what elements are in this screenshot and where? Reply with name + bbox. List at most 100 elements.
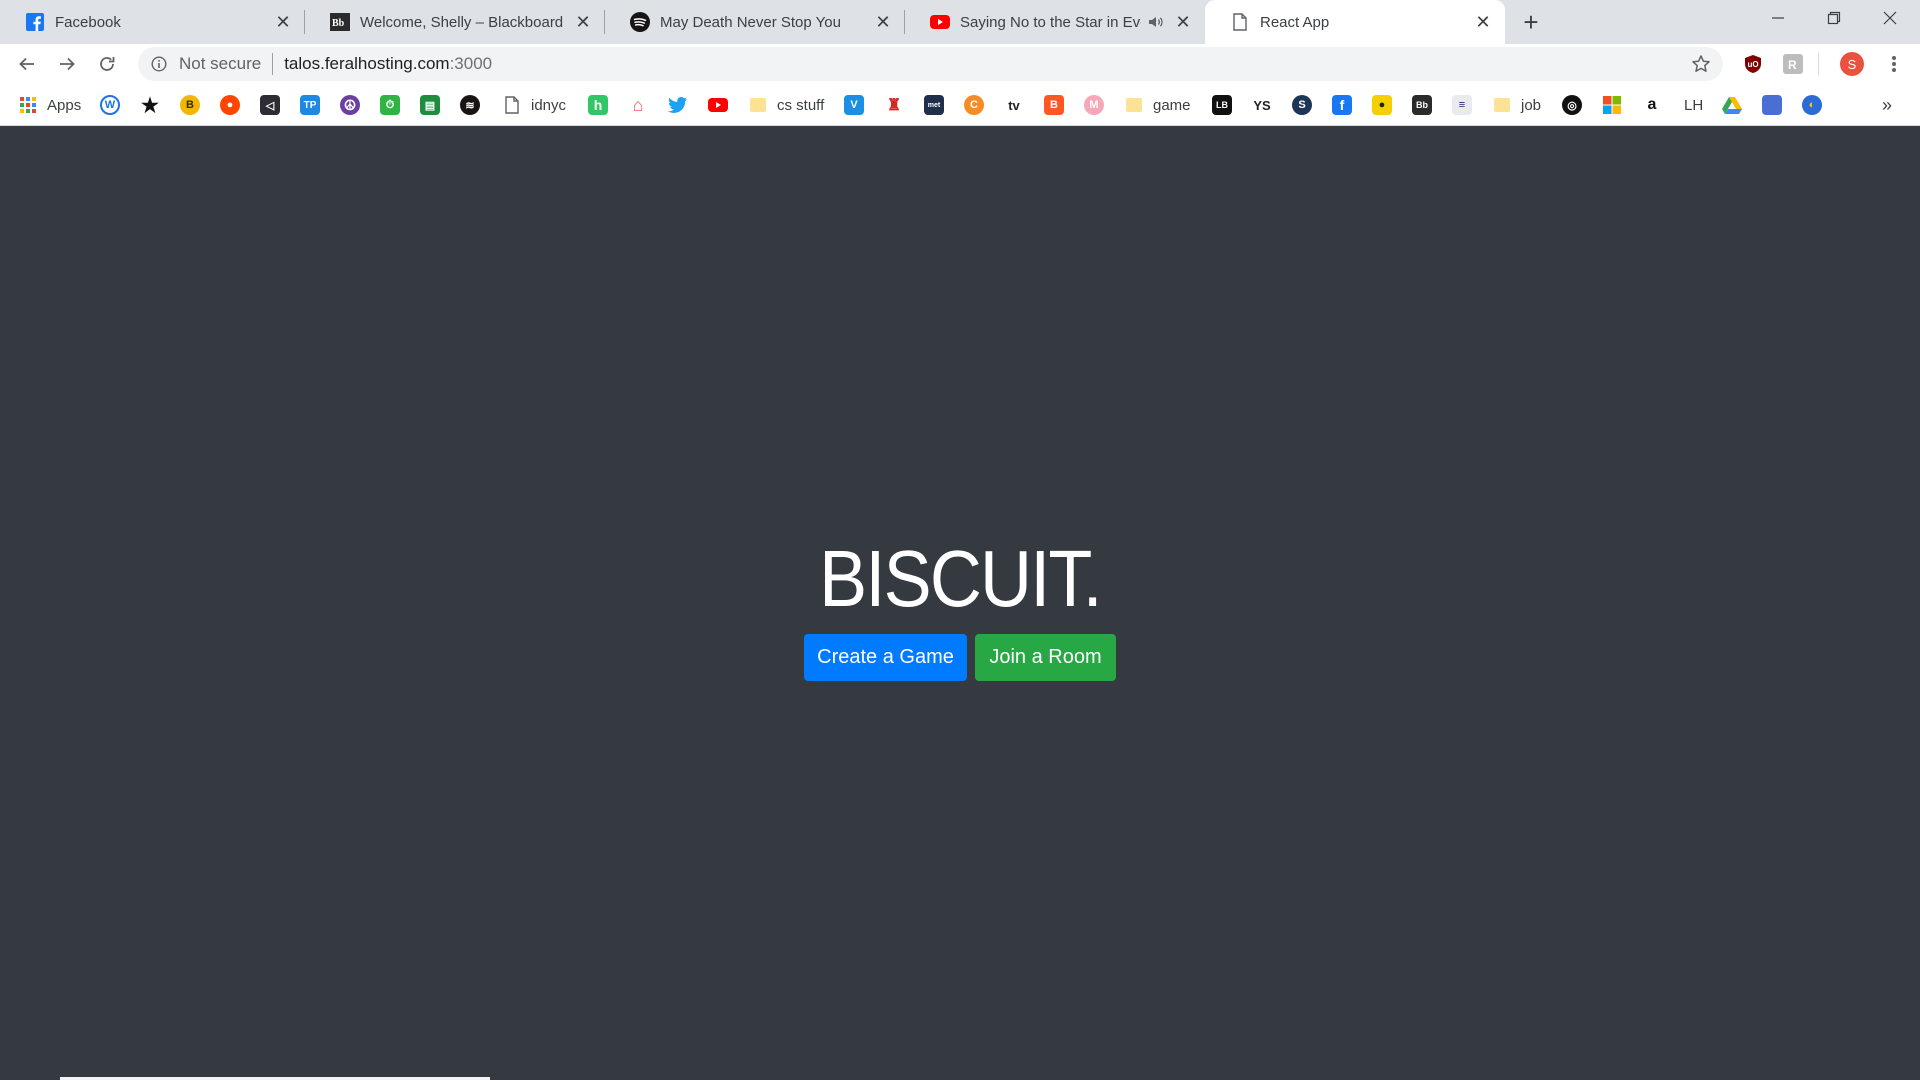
globe-icon: ◐	[1802, 95, 1822, 115]
tab-title: Welcome, Shelly – Blackboard Learn	[360, 13, 565, 31]
ublock-icon[interactable]: uO	[1741, 52, 1765, 76]
restore-button[interactable]	[1806, 0, 1862, 36]
spotify-icon: ≋	[460, 95, 480, 115]
blogger-icon: B	[1044, 95, 1064, 115]
youtube-icon	[930, 12, 950, 32]
more-bookmarks-icon[interactable]: »	[1882, 95, 1892, 116]
bookmark-folder-game[interactable]: game	[1124, 94, 1191, 116]
facebook-icon: f	[1332, 95, 1352, 115]
svg-text:uO: uO	[1748, 60, 1759, 69]
bookmark-folder-job[interactable]: job	[1492, 94, 1541, 116]
bookmark-tv[interactable]: tv	[1004, 94, 1024, 116]
bookmark-apps[interactable]: Apps	[18, 94, 81, 116]
compass-icon: ◎	[1562, 95, 1582, 115]
close-tab-icon[interactable]: ✕	[1173, 12, 1193, 32]
bookmark-vscode[interactable]: ◁	[260, 94, 280, 116]
bookmark-bitcoin[interactable]: B	[180, 94, 200, 116]
w-icon: W	[100, 95, 120, 115]
bookmark-star[interactable]: ★	[140, 94, 160, 117]
app-logo: BISCUIT.	[819, 534, 1102, 623]
bookmark-bee[interactable]: ●	[1372, 94, 1392, 116]
security-label[interactable]: Not secure	[179, 54, 261, 74]
bookmark-compass[interactable]: ◎	[1562, 94, 1582, 116]
tab-blackboard[interactable]: Bb Welcome, Shelly – Blackboard Learn ✕	[305, 0, 605, 44]
bookmark-peace[interactable]: ☮	[340, 94, 360, 116]
toolbar-divider	[1818, 53, 1819, 75]
blackboard-icon: Bb	[1412, 95, 1432, 115]
avatar[interactable]: S	[1840, 52, 1864, 76]
bookmark-microsoft[interactable]	[1602, 94, 1622, 116]
bookmark-youtube[interactable]	[708, 94, 728, 116]
reddit-icon: ●	[220, 95, 240, 115]
folder-icon	[748, 95, 768, 115]
url-port: :3000	[449, 54, 493, 73]
bookmarks-bar: Apps W ★ B ● ◁ TP ☮ ⏱ ▤ ≋ idnyc h ⌂ cs s…	[0, 84, 1920, 126]
bookmark-v[interactable]: V	[844, 94, 864, 116]
metmuseum-icon: met	[924, 95, 944, 115]
letterboxd-icon: LB	[1212, 95, 1232, 115]
bookmark-reddit[interactable]: ●	[220, 94, 240, 116]
close-tab-icon[interactable]: ✕	[573, 12, 593, 32]
bookmark-folder-cs-stuff[interactable]: cs stuff	[748, 94, 824, 116]
bookmark-airbnb[interactable]: ⌂	[628, 94, 648, 116]
forward-button[interactable]	[51, 48, 83, 80]
tab-react-app[interactable]: React App ✕	[1205, 0, 1505, 44]
bookmark-tp[interactable]: TP	[300, 94, 320, 116]
address-bar[interactable]: Not secure talos.feralhosting.com :3000	[138, 47, 1723, 81]
bookmark-blackboard[interactable]: Bb	[1412, 94, 1432, 116]
ys-icon: YS	[1253, 97, 1271, 113]
v-icon: V	[844, 95, 864, 115]
folder-icon	[1492, 95, 1512, 115]
youtube-icon	[708, 95, 728, 115]
close-window-button[interactable]	[1862, 0, 1918, 36]
bookmark-m[interactable]: M	[1084, 94, 1104, 116]
tab-youtube[interactable]: Saying No to the Star in Every ✕	[905, 0, 1205, 44]
join-room-button[interactable]: Join a Room	[975, 634, 1116, 681]
bookmark-crunchyroll[interactable]: C	[964, 94, 984, 116]
close-tab-icon[interactable]: ✕	[873, 12, 893, 32]
tab-title: React App	[1260, 13, 1330, 31]
twitter-icon	[668, 95, 688, 115]
bookmark-spotify[interactable]: ≋	[460, 94, 480, 116]
new-tab-button[interactable]: +	[1517, 7, 1545, 37]
bookmark-letterboxd[interactable]: LB	[1212, 94, 1232, 116]
bookmark-globe[interactable]: ◐	[1802, 94, 1822, 116]
tab-facebook[interactable]: Facebook ✕	[0, 0, 305, 44]
star-icon: ★	[141, 94, 159, 117]
bookmark-met[interactable]: met	[924, 94, 944, 116]
bookmark-lh[interactable]: LH	[1682, 94, 1703, 116]
bookmark-facebook[interactable]: f	[1332, 94, 1352, 116]
bookmark-w[interactable]: W	[100, 94, 120, 116]
bookmark-ys[interactable]: YS	[1252, 94, 1272, 116]
bookmark-h[interactable]: h	[588, 94, 608, 116]
bookmark-blue-square[interactable]	[1762, 94, 1782, 116]
svg-text:Bb: Bb	[332, 18, 345, 29]
bookmark-blogger[interactable]: B	[1044, 94, 1064, 116]
tp-icon: TP	[300, 95, 320, 115]
extension-icon[interactable]: R	[1781, 52, 1805, 76]
close-tab-icon[interactable]: ✕	[1473, 12, 1493, 32]
bookmark-drive[interactable]	[1722, 94, 1742, 116]
info-icon[interactable]	[150, 55, 168, 73]
menu-icon[interactable]	[1882, 52, 1906, 76]
m-icon: M	[1084, 95, 1104, 115]
timer-icon: ⏱	[380, 95, 400, 115]
create-game-button[interactable]: Create a Game	[804, 634, 967, 681]
back-button[interactable]	[11, 48, 43, 80]
bookmark-s-circle[interactable]: S	[1292, 94, 1312, 116]
bookmark-mario[interactable]: ♜	[884, 94, 904, 116]
folder-icon	[1124, 95, 1144, 115]
bookmark-doc[interactable]: ≡	[1452, 94, 1472, 116]
vscode-icon: ◁	[260, 95, 280, 115]
speaker-icon[interactable]	[1147, 13, 1165, 31]
bookmark-timer[interactable]: ⏱	[380, 94, 400, 116]
close-tab-icon[interactable]: ✕	[273, 12, 293, 32]
minimize-button[interactable]	[1750, 0, 1806, 36]
bookmark-sheets[interactable]: ▤	[420, 94, 440, 116]
bookmark-star-icon[interactable]	[1691, 54, 1711, 74]
bookmark-idnyc[interactable]: idnyc	[502, 94, 566, 116]
reload-button[interactable]	[91, 48, 123, 80]
bookmark-twitter[interactable]	[668, 94, 688, 116]
tab-spotify[interactable]: May Death Never Stop You ✕	[605, 0, 905, 44]
bookmark-amazon[interactable]: a	[1642, 94, 1662, 116]
